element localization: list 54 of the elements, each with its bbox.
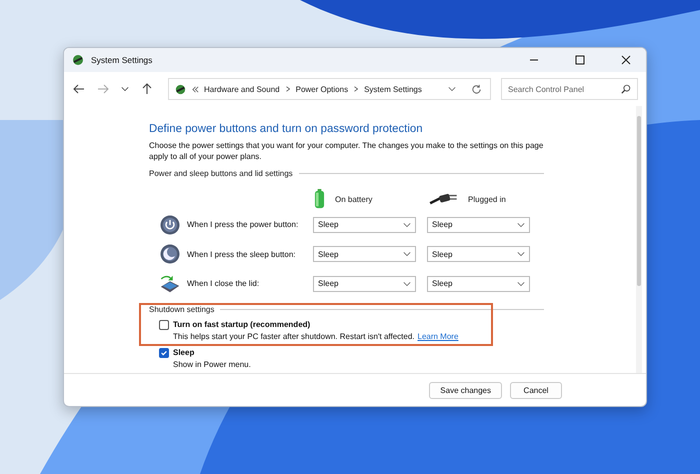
caret-icon	[517, 280, 525, 288]
dropdown[interactable]: Sleep	[427, 216, 530, 233]
dropdown[interactable]: Sleep	[313, 246, 416, 262]
dropdown-icon[interactable]	[448, 85, 456, 93]
section-title: Power and sleep buttons and lid settings	[149, 169, 293, 178]
column-header: Plugged in	[468, 194, 506, 204]
refresh-icon[interactable]	[471, 84, 482, 94]
scrollbar[interactable]	[636, 106, 642, 373]
setting-label: When I press the sleep button:	[187, 250, 297, 259]
breadcrumb-item[interactable]: Power Options	[296, 84, 348, 94]
page-heading: Define power buttons and turn on password protection	[149, 123, 424, 135]
section-title: Shutdown settings	[149, 304, 214, 314]
breadcrumb-item[interactable]: Hardware and Sound	[204, 84, 280, 94]
address-bar[interactable]: Hardware and Sound Power Options System Settings	[168, 78, 491, 100]
cancel-button[interactable]: Cancel	[510, 382, 562, 398]
power-button-icon	[159, 214, 181, 235]
page-description: Choose the power settings that you want for your computer. The changes you make to the settings on this page apply to all of your power plans.	[149, 140, 544, 162]
setting-label: When I close the lid:	[187, 279, 260, 288]
learn-more-link[interactable]: Learn More	[418, 332, 458, 340]
save-button[interactable]: Save changes	[429, 382, 502, 398]
back-arrow-icon	[73, 83, 85, 95]
plug-icon	[428, 193, 458, 205]
caret-icon	[121, 85, 129, 93]
caret-icon	[403, 280, 411, 288]
setting-label: When I press the power button:	[187, 220, 300, 230]
up-arrow-icon	[141, 83, 153, 95]
checkbox-label: Turn on fast startup (recommended)	[173, 320, 310, 329]
forward-arrow-icon	[97, 83, 109, 95]
maximize-icon	[575, 55, 585, 65]
moon-icon	[159, 244, 181, 264]
option-description: This helps start your PC faster after shutdown. Restart isn't affected.	[173, 332, 414, 340]
chevron-icon	[353, 86, 360, 92]
battery-icon	[314, 189, 325, 209]
chevron-icon	[284, 86, 291, 92]
caret-icon	[517, 220, 525, 229]
checkbox[interactable]	[159, 320, 169, 330]
close-icon	[621, 55, 631, 65]
dropdown[interactable]: Sleep	[313, 276, 416, 292]
caret-icon	[517, 250, 525, 258]
chevron-icon	[192, 86, 199, 92]
search-field[interactable]: Search Control Panel	[501, 78, 638, 100]
window-title: System Settings	[91, 55, 152, 65]
dropdown[interactable]: Sleep	[313, 216, 416, 233]
caret-icon	[403, 220, 411, 229]
search-icon	[621, 84, 631, 94]
caret-icon	[403, 250, 411, 258]
breadcrumb-item[interactable]: System Settings	[364, 84, 422, 94]
checkbox[interactable]	[159, 348, 169, 358]
dropdown[interactable]: Sleep	[427, 246, 530, 262]
column-header: On battery	[335, 194, 372, 204]
laptop-icon	[159, 274, 181, 294]
dropdown[interactable]: Sleep	[427, 276, 530, 292]
option-description: Show in Power menu.	[173, 360, 251, 368]
checkbox-label: Sleep	[173, 348, 194, 357]
